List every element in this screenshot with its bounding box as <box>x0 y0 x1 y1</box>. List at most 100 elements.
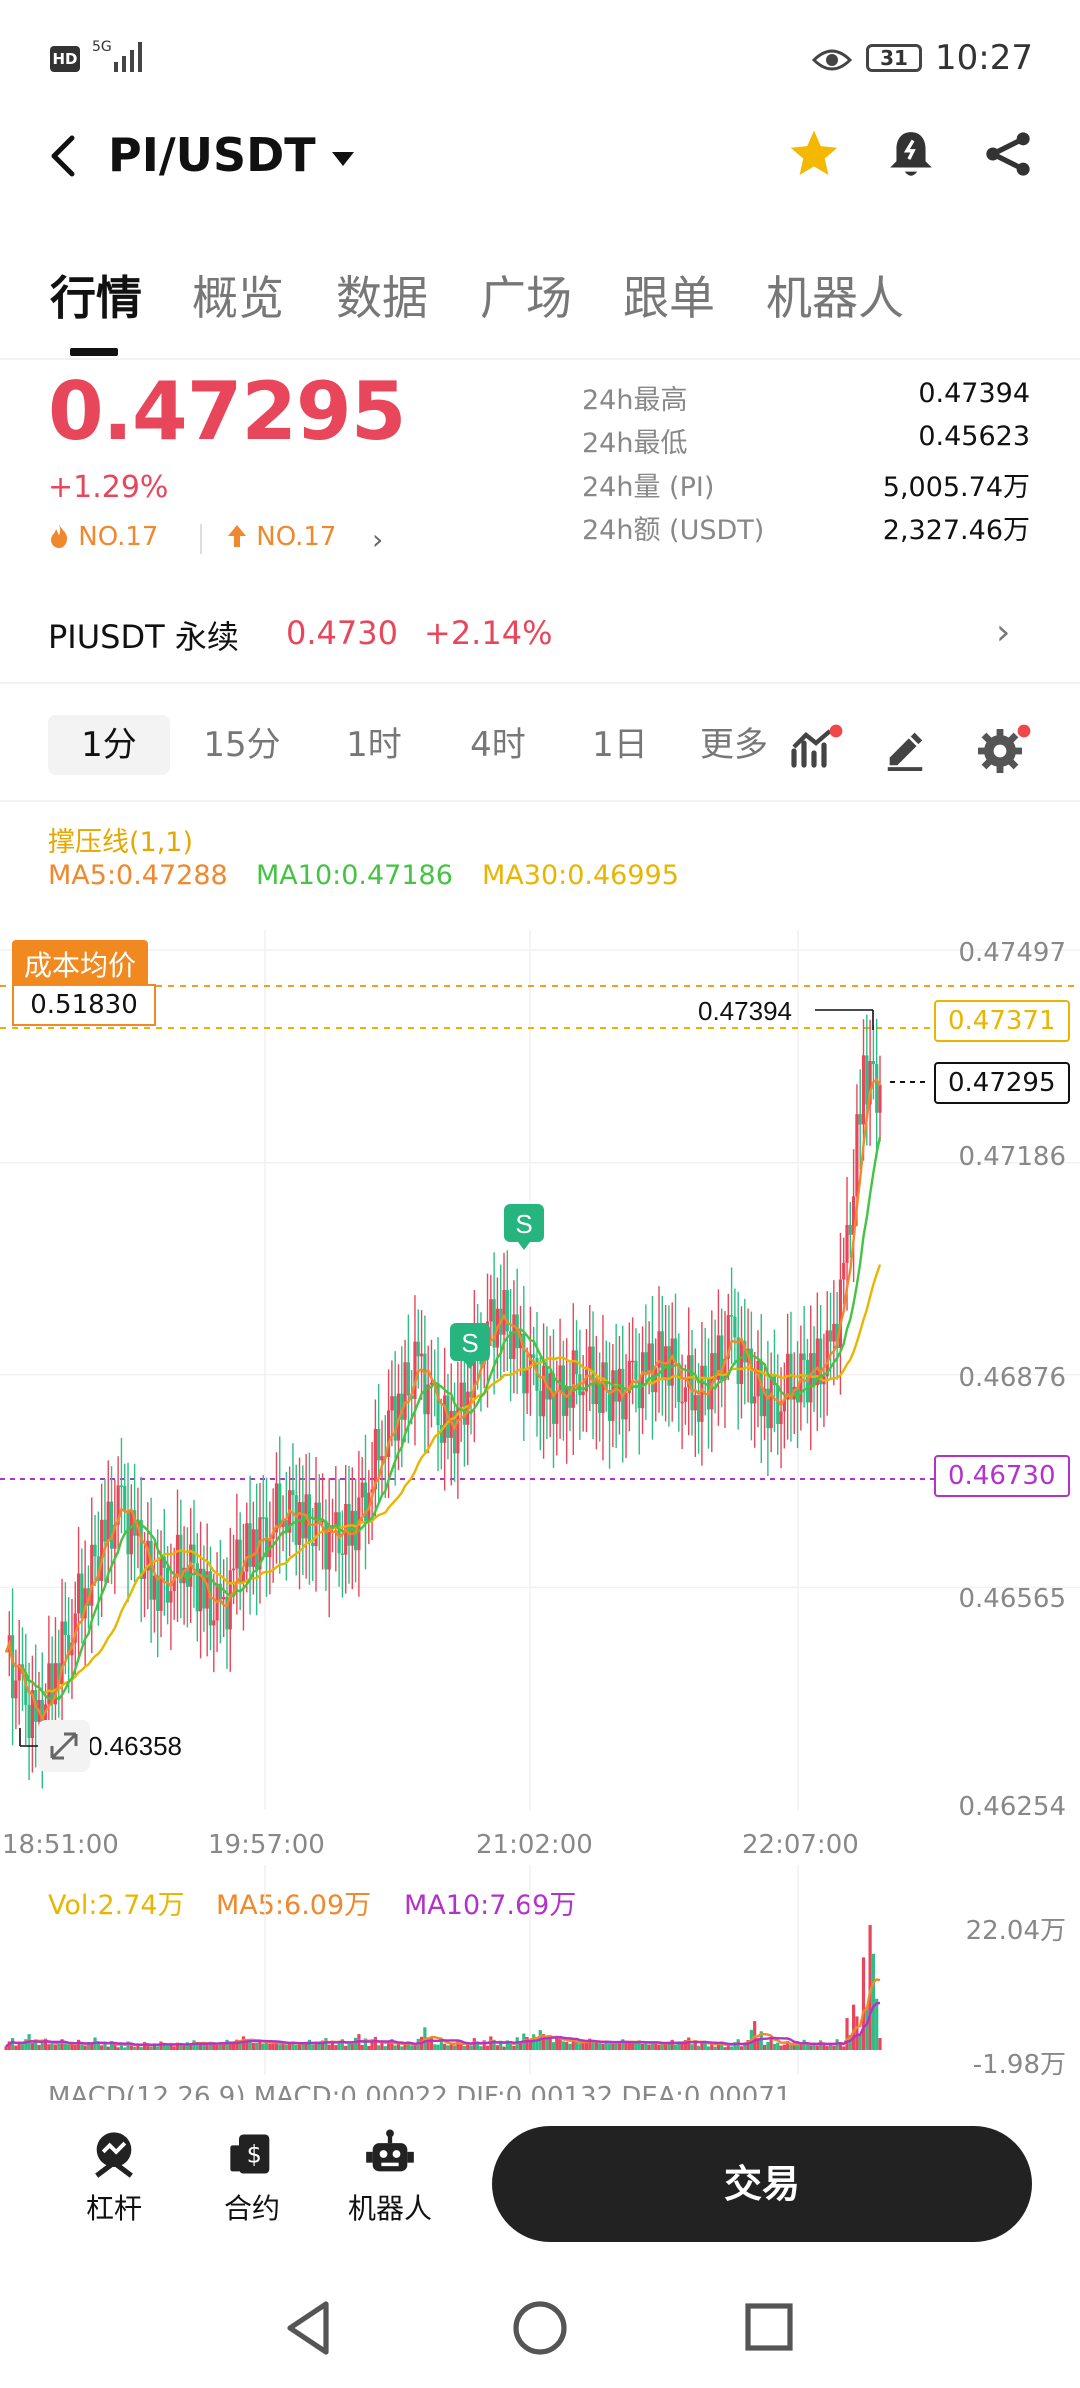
nav-home-icon[interactable] <box>512 2300 568 2356</box>
tab-robot[interactable]: 机器人 <box>766 262 904 328</box>
volume-bar <box>373 2036 377 2050</box>
chevron-right-icon[interactable]: › <box>996 612 1010 653</box>
candle <box>828 1330 833 1342</box>
volume-bar <box>574 2041 579 2050</box>
candle <box>27 1704 31 1739</box>
candle <box>10 1635 15 1699</box>
tab-copy-trade[interactable]: 跟单 <box>623 262 715 328</box>
volume-bar <box>855 2016 859 2050</box>
draw-icon[interactable] <box>882 725 928 771</box>
interval-4h[interactable]: 4时 <box>446 715 550 775</box>
volume-bar <box>360 2045 364 2050</box>
candle <box>334 1512 338 1526</box>
dropdown-caret-icon[interactable] <box>330 150 356 168</box>
x-axis-label: 22:07:00 <box>742 1830 859 1860</box>
stat-high-label: 24h最高 <box>582 385 688 416</box>
volume-bar <box>858 2034 862 2050</box>
leverage-button[interactable]: 杠杆 <box>76 2128 152 2227</box>
volume-bar <box>393 2045 397 2050</box>
ma5-label: MA5:0.47288 <box>48 860 228 891</box>
perpetual-name[interactable]: PIUSDT 永续 <box>48 612 239 658</box>
pair-title[interactable]: PI/USDT <box>108 128 316 182</box>
indicator-icon[interactable] <box>788 723 844 773</box>
back-icon[interactable] <box>46 132 82 180</box>
volume-bar <box>766 2041 770 2050</box>
candle <box>871 1061 876 1065</box>
candle <box>149 1540 153 1600</box>
share-icon[interactable] <box>982 128 1034 180</box>
candle <box>548 1373 552 1400</box>
settings-icon[interactable] <box>976 723 1032 773</box>
trade-button[interactable]: 交易 <box>492 2126 1032 2242</box>
candle <box>693 1395 697 1411</box>
volume-bar <box>301 2044 305 2050</box>
candle <box>631 1360 635 1363</box>
candle <box>565 1386 569 1416</box>
candle <box>106 1501 110 1542</box>
expand-icon[interactable] <box>38 1720 90 1772</box>
hot-rank-label: NO.17 <box>78 522 159 552</box>
last-price: 0.47295 <box>48 365 406 458</box>
candle <box>212 1620 216 1626</box>
volume-bar <box>832 2045 836 2050</box>
volume-bar <box>845 2018 849 2050</box>
candle <box>462 1382 467 1425</box>
candle <box>340 1553 345 1555</box>
candle <box>360 1482 364 1498</box>
volume-chart[interactable] <box>0 1860 1080 2090</box>
candle <box>776 1385 780 1424</box>
volume-bar <box>762 2044 767 2050</box>
candle <box>611 1370 615 1421</box>
volume-bar <box>264 2042 269 2050</box>
tab-overview[interactable]: 概览 <box>192 262 284 328</box>
divider <box>0 682 1080 684</box>
candle <box>697 1395 701 1422</box>
volume-bar <box>344 2045 348 2050</box>
cost-average-tag[interactable]: 成本均价 <box>12 940 149 988</box>
candle <box>532 1354 536 1358</box>
volume-bar <box>819 2040 823 2050</box>
eye-icon <box>812 49 852 71</box>
interval-1m[interactable]: 1分 <box>48 715 170 775</box>
candle <box>63 1621 67 1635</box>
contract-button[interactable]: $ 合约 <box>214 2128 290 2227</box>
interval-1h[interactable]: 1时 <box>322 715 426 775</box>
interval-15m[interactable]: 15分 <box>186 715 298 775</box>
volume-bar <box>50 2043 54 2050</box>
volume-bar <box>307 2039 312 2050</box>
volume-bars <box>4 1925 882 2050</box>
hot-rank[interactable]: NO.17 <box>48 522 158 552</box>
chevron-right-icon[interactable]: › <box>372 523 383 556</box>
tab-market[interactable]: 行情 <box>50 262 142 328</box>
volume-bar <box>815 2045 819 2050</box>
interval-1d[interactable]: 1日 <box>568 715 672 775</box>
system-nav-bar <box>0 2270 1080 2388</box>
volume-bar <box>70 2044 74 2050</box>
volume-bar <box>485 2045 490 2050</box>
interval-bar: 1分 15分 1时 4时 1日 更多 <box>0 705 1080 785</box>
nav-back-icon[interactable] <box>282 2300 334 2356</box>
volume-bar <box>842 2046 846 2050</box>
star-icon[interactable] <box>786 126 842 182</box>
svg-text:S: S <box>461 1328 478 1358</box>
candlestick-chart[interactable]: 0.47394 0.46358 S S <box>0 900 1080 1830</box>
tab-square[interactable]: 广场 <box>480 262 572 328</box>
robot-button[interactable]: 机器人 <box>340 2128 440 2227</box>
bell-icon[interactable] <box>886 128 936 182</box>
nav-recent-icon[interactable] <box>744 2302 794 2352</box>
candle <box>739 1340 744 1384</box>
gainer-rank[interactable]: NO.17 <box>226 522 336 552</box>
candle <box>123 1485 127 1511</box>
signal-marker[interactable]: S <box>504 1204 544 1250</box>
volume-bar <box>861 1957 866 2050</box>
volume-bar <box>825 2046 829 2050</box>
support-line-label[interactable]: 撑压线(1,1) <box>48 820 193 859</box>
volume-bar <box>687 2037 691 2050</box>
stat-high-value: 0.47394 <box>918 378 1030 409</box>
signal-icon <box>114 42 142 72</box>
candle <box>644 1352 648 1373</box>
candle <box>90 1544 94 1606</box>
interval-more[interactable]: 更多 <box>700 715 772 775</box>
volume-bar <box>809 2045 813 2050</box>
tab-data[interactable]: 数据 <box>336 262 428 328</box>
